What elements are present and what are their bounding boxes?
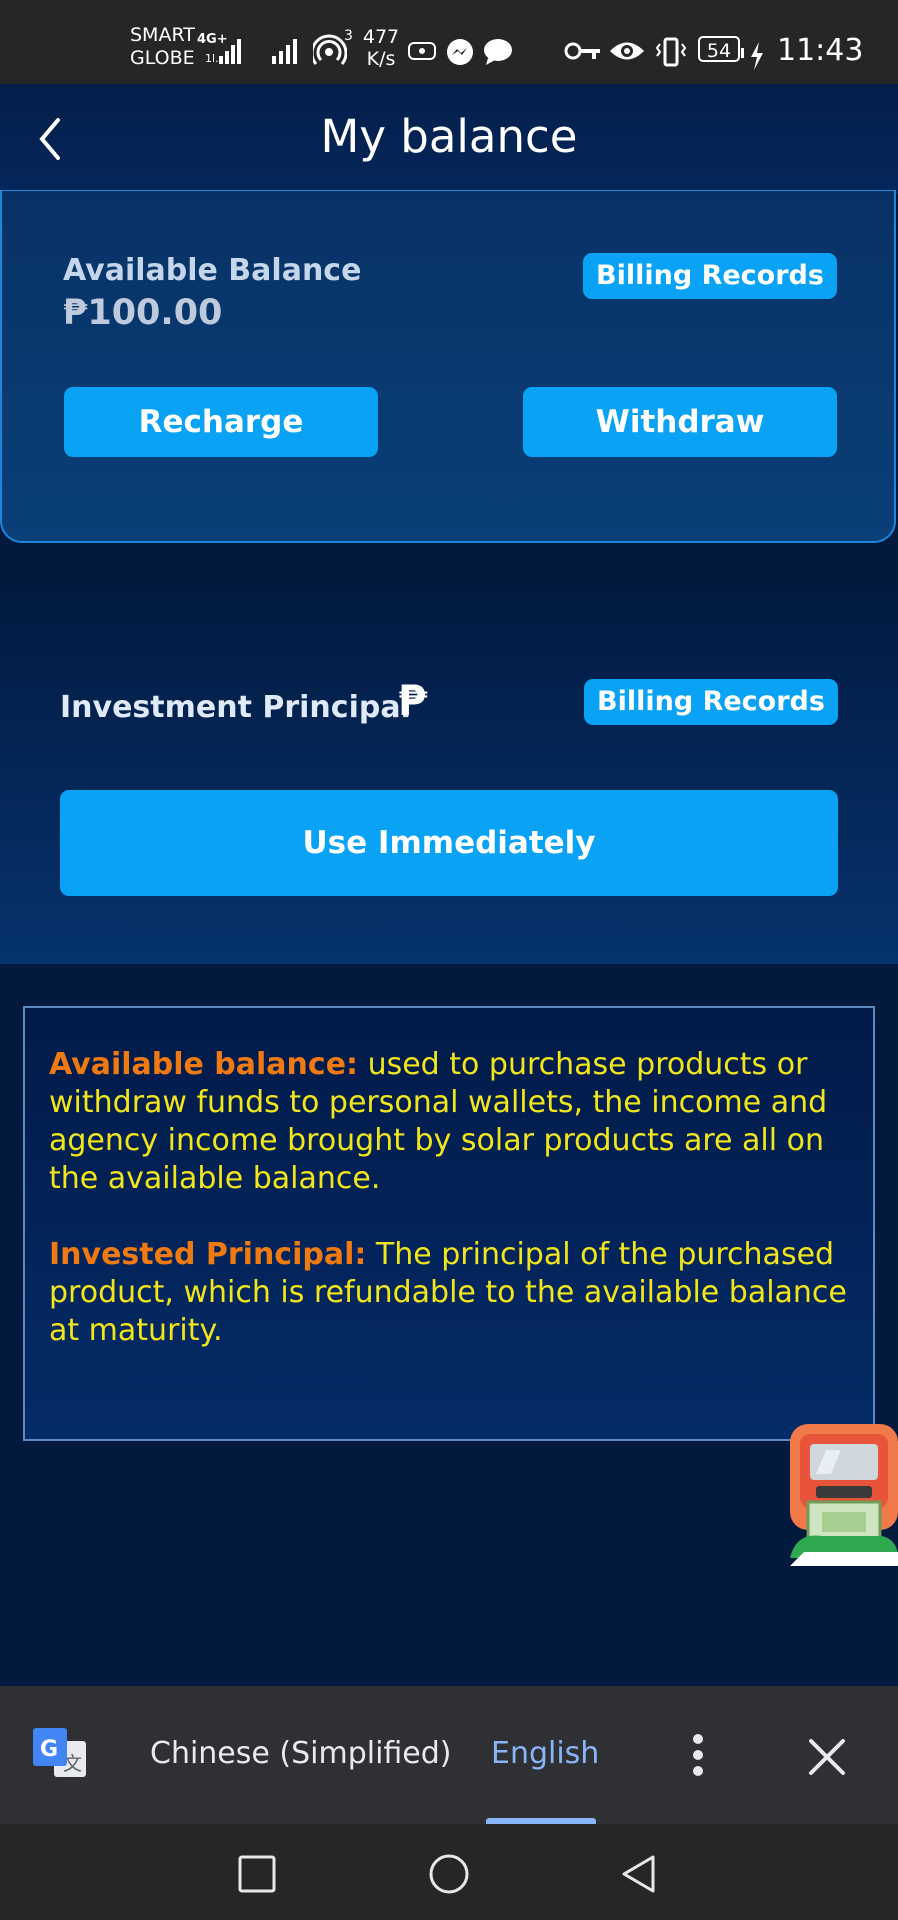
- use-immediately-button[interactable]: Use Immediately: [60, 790, 838, 896]
- available-balance-label: Available Balance: [63, 253, 362, 288]
- clock: 11:43: [777, 33, 864, 68]
- nfc-icon: [408, 42, 436, 60]
- more-options-icon[interactable]: [690, 1732, 706, 1778]
- close-icon[interactable]: [808, 1738, 846, 1776]
- status-bar: SMART GLOBE 4G+ 1l. 3 477 K/s 54 11:43: [0, 0, 898, 84]
- carrier-label: SMART GLOBE: [130, 24, 195, 70]
- info-invested-principal: Invested Principal: The principal of the…: [49, 1236, 849, 1350]
- billing-records-button[interactable]: Billing Records: [583, 253, 837, 299]
- google-translate-logo-icon[interactable]: 文 G: [32, 1727, 88, 1785]
- home-circle-icon[interactable]: [428, 1853, 470, 1895]
- peso-icon: ₱: [398, 676, 428, 725]
- hotspot-count: 3: [344, 28, 353, 44]
- battery-level: 54: [706, 40, 732, 62]
- info-available-balance-title: Available balance:: [49, 1047, 359, 1082]
- info-invested-principal-title: Invested Principal:: [49, 1237, 367, 1272]
- svg-text:G: G: [40, 1737, 58, 1762]
- available-balance-amount: ₱100.00: [63, 293, 223, 333]
- svg-text:1l.: 1l.: [205, 52, 219, 65]
- withdraw-button[interactable]: Withdraw: [523, 387, 837, 457]
- speed-unit: K/s: [366, 48, 396, 70]
- carrier-line1: SMART: [130, 24, 195, 46]
- info-available-balance: Available balance: used to purchase prod…: [49, 1046, 849, 1198]
- investment-principal-label: Investment Principal: [60, 690, 411, 725]
- page-title: My balance: [320, 110, 578, 163]
- network-speed: 477 K/s: [362, 26, 400, 70]
- principal-billing-records-button[interactable]: Billing Records: [584, 679, 838, 725]
- recent-apps-square-icon[interactable]: [238, 1855, 276, 1893]
- eye-icon: [610, 42, 644, 60]
- balance-info-box: Available balance: used to purchase prod…: [23, 1006, 875, 1441]
- back-triangle-icon[interactable]: [620, 1854, 656, 1894]
- carrier-line2: GLOBE: [130, 47, 195, 69]
- key-icon: [564, 42, 600, 60]
- vibrate-icon: [655, 37, 687, 67]
- investment-principal-card: Investment Principal ₱ Billing Records U…: [0, 584, 898, 964]
- translate-bar: 文 G Chinese (Simplified) English: [0, 1686, 898, 1824]
- charging-icon: [741, 42, 763, 70]
- speed-value: 477: [362, 26, 400, 48]
- page-header: My balance: [0, 84, 898, 194]
- hotspot-icon: [313, 34, 347, 65]
- system-navigation-bar: [0, 1824, 898, 1920]
- target-language-tab[interactable]: English: [491, 1736, 599, 1771]
- atm-withdraw-icon[interactable]: [786, 1420, 898, 1568]
- chat-icon: [484, 39, 512, 65]
- source-language-tab[interactable]: Chinese (Simplified): [150, 1736, 452, 1771]
- recharge-button[interactable]: Recharge: [64, 387, 378, 457]
- messenger-icon: [447, 39, 473, 65]
- available-balance-card: Available Balance ₱100.00 Billing Record…: [0, 190, 896, 543]
- battery-icon: 54: [698, 36, 740, 62]
- signal-strength-2-icon: [272, 39, 297, 64]
- signal-strength-icon: 1l.: [205, 39, 241, 65]
